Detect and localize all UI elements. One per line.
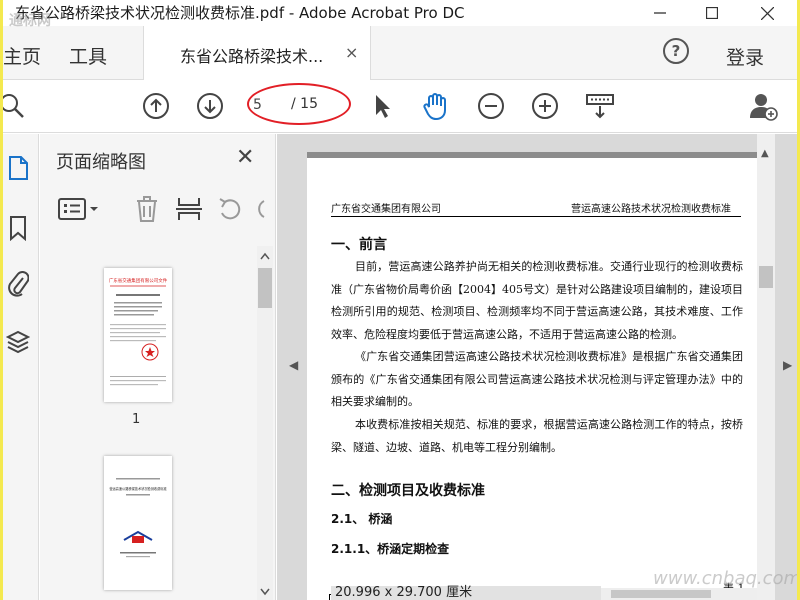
navigation-rail [3, 134, 39, 600]
page-top-bar [307, 152, 758, 158]
paragraph-2: 《广东省交通集团营运高速公路技术状况检测收费标准》是根据广东省交通集团颁布的《广… [331, 350, 743, 408]
zoom-in-icon[interactable] [530, 91, 560, 121]
collapse-right-panel-icon[interactable]: ▶ [783, 358, 792, 372]
horizontal-scrollbar[interactable] [601, 588, 757, 600]
thumbnail-scrollbar[interactable] [257, 246, 273, 600]
toolbar: / 15 [3, 80, 797, 133]
thumbnail-scroll-thumb[interactable] [258, 268, 272, 308]
thumbnail-panel: 页面缩略图 ✕ 广东省交通集团有限公司文件 1 营运高速公路桥梁技术状况检测收费… [40, 134, 276, 600]
paragraph-3: 本收费标准按相关规范、标准的要求，根据营运高速公路检测工作的特点，按桥梁、隧道、… [331, 418, 743, 454]
red-annotation-oval [247, 83, 351, 125]
panel-title: 页面缩略图 [56, 152, 146, 173]
subsection-2-1: 2.1、 桥涵 [331, 512, 393, 526]
scroll-up-icon[interactable]: ▲ [761, 148, 769, 159]
fit-page-icon[interactable] [585, 91, 615, 121]
pdf-page: 广东省交通集团有限公司 营运高速公路技术状况检测收费标准 一、前言 目前，营运高… [307, 152, 758, 600]
delete-page-icon[interactable] [132, 194, 162, 224]
zoom-out-icon[interactable] [476, 91, 506, 121]
thumb1-header: 广东省交通集团有限公司文件 [109, 277, 168, 284]
watermark-top-left: 通标网 [9, 13, 51, 29]
select-cursor-icon[interactable] [367, 91, 397, 121]
collapse-left-panel-icon[interactable]: ◀ [289, 358, 298, 372]
document-scrollbar[interactable]: ▲ [757, 134, 775, 600]
tab-document[interactable]: 东省公路桥梁技术... × [143, 26, 371, 80]
document-area: ◀ 广东省交通集团有限公司 营运高速公路技术状况检测收费标准 一、前言 目前，营… [277, 134, 797, 600]
subsection-2-1-1: 2.1.1、桥涵定期检查 [331, 542, 450, 556]
tab-close-icon[interactable]: × [345, 43, 358, 62]
zoom-icon[interactable] [3, 91, 27, 121]
help-icon[interactable]: ? [663, 38, 689, 64]
thumbnail-page-1-label: 1 [132, 412, 141, 427]
minimize-icon[interactable] [638, 0, 682, 26]
rotate-right-icon[interactable] [252, 194, 266, 224]
thumb2-header: 营运高速公路桥梁技术状况检测收费标准 [109, 486, 167, 491]
window-title: 东省公路桥梁技术状况检测收费标准.pdf - Adobe Acrobat Pro… [15, 4, 465, 22]
document-scroll-thumb[interactable] [759, 266, 773, 288]
paragraph-1: 目前，营运高速公路养护尚无相关的检测收费标准。交通行业现行的检测收费标准（广东省… [331, 260, 743, 341]
maximize-icon[interactable] [690, 0, 734, 26]
panel-close-icon[interactable]: ✕ [236, 145, 254, 170]
thumbnail-page-1[interactable]: 广东省交通集团有限公司文件 [104, 268, 172, 402]
title-bar: 东省公路桥梁技术状况检测收费标准.pdf - Adobe Acrobat Pro… [3, 0, 797, 26]
horizontal-scroll-thumb[interactable] [611, 590, 711, 598]
tab-home[interactable]: 主页 [3, 42, 41, 69]
login-button[interactable]: 登录 [726, 43, 764, 70]
header-rule [331, 216, 741, 217]
page-thumbnails-icon[interactable] [3, 152, 33, 184]
layers-icon[interactable] [3, 326, 33, 358]
tab-tools[interactable]: 工具 [69, 42, 107, 69]
close-icon[interactable] [745, 0, 789, 26]
panel-toolbar [40, 192, 276, 228]
page-down-icon[interactable] [195, 91, 225, 121]
rotate-left-icon[interactable] [216, 194, 244, 224]
page-header-left: 广东省交通集团有限公司 [331, 204, 441, 215]
thumbnail-page-2[interactable]: 营运高速公路桥梁技术状况检测收费标准 [104, 456, 172, 590]
page-up-icon[interactable] [141, 91, 171, 121]
tab-bar: 主页 工具 东省公路桥梁技术... × ? 登录 [3, 26, 797, 80]
acrobat-window: 东省公路桥梁技术状况检测收费标准.pdf - Adobe Acrobat Pro… [3, 0, 797, 600]
extract-page-icon[interactable] [174, 194, 204, 224]
attachments-icon[interactable] [3, 268, 33, 300]
thumbnail-options-icon[interactable] [56, 194, 102, 224]
tab-document-label: 东省公路桥梁技术... [180, 47, 324, 66]
hand-tool-icon[interactable] [421, 91, 451, 121]
watermark-bottom-right: www.cnbaq.com [653, 568, 797, 589]
page-header-right: 营运高速公路技术状况检测收费标准 [571, 204, 731, 215]
add-user-icon[interactable] [749, 91, 779, 121]
section-2-title: 二、检测项目及收费标准 [331, 483, 485, 499]
page-size-indicator: 20.996 x 29.700 厘米 [331, 586, 601, 600]
section-1-title: 一、前言 [331, 237, 387, 253]
bookmarks-icon[interactable] [3, 212, 33, 244]
